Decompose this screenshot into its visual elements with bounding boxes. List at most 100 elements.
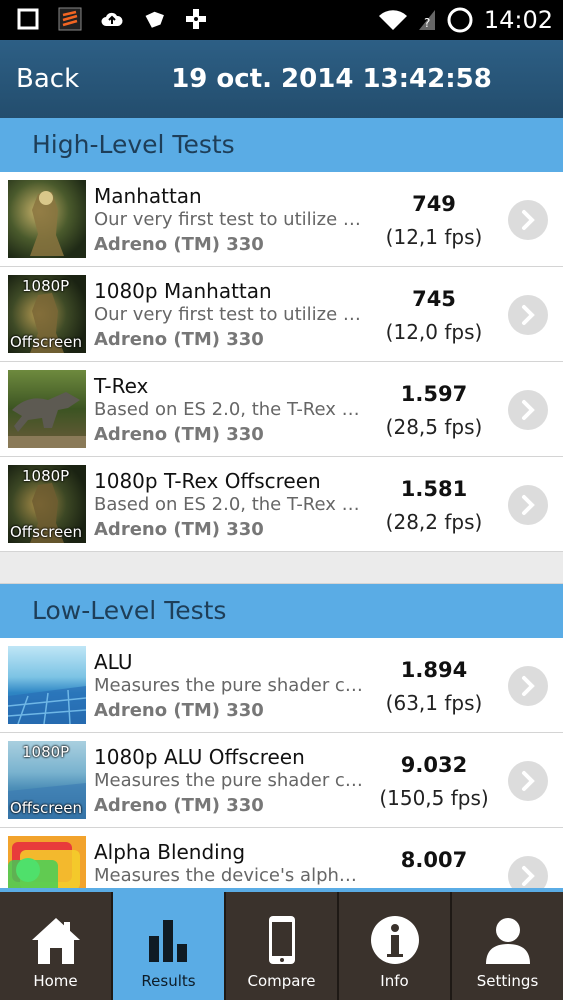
chevron-right-icon xyxy=(522,495,535,515)
test-row-1080p-manhattan[interactable]: 1080P Offscreen 1080p Manhattan Our very… xyxy=(0,267,563,362)
chevron-right-icon xyxy=(522,676,535,696)
test-name: ALU xyxy=(94,650,133,674)
test-name: 1080p T-Rex Offscreen xyxy=(94,469,321,493)
details-button[interactable] xyxy=(508,200,548,240)
test-score: 8.007 xyxy=(400,848,468,872)
nav-label: Home xyxy=(33,972,78,990)
nav-label: Compare xyxy=(247,972,316,990)
test-thumbnail: 1080P Offscreen xyxy=(8,465,86,543)
section-divider xyxy=(0,552,563,584)
test-row-1080p-alu-offscreen[interactable]: 1080P Offscreen 1080p ALU Offscreen Meas… xyxy=(0,733,563,828)
test-description: Our very first test to utilize th... xyxy=(94,209,366,230)
details-button[interactable] xyxy=(508,666,548,706)
test-device: Adreno (TM) 330 xyxy=(94,700,264,721)
details-button[interactable] xyxy=(508,856,548,888)
test-device: Adreno (TM) 330 xyxy=(94,795,264,816)
thumbnail-tag-offscreen: Offscreen xyxy=(10,523,83,541)
test-fps: (28,5 fps) xyxy=(385,415,483,439)
test-row-manhattan[interactable]: Manhattan Our very first test to utilize… xyxy=(0,172,563,267)
details-button[interactable] xyxy=(508,485,548,525)
bottom-navigation: Home Results Compare Info Settings xyxy=(0,888,563,1000)
test-device: Adreno (TM) 330 xyxy=(94,424,264,445)
test-fps: (28,2 fps) xyxy=(385,510,483,534)
svg-text:?: ? xyxy=(424,16,430,30)
test-fps: (12,0 fps) xyxy=(385,320,483,344)
test-description: Measures the pure shader co... xyxy=(94,675,366,696)
test-name: 1080p Manhattan xyxy=(94,279,272,303)
test-fps: (12,1 fps) xyxy=(385,225,483,249)
cloud-upload-icon xyxy=(101,12,123,26)
results-list[interactable]: High-Level Tests Manhattan Our very firs… xyxy=(0,118,563,888)
wifi-icon xyxy=(378,10,407,30)
chevron-right-icon xyxy=(522,771,535,791)
test-description: Measures the pure shader co... xyxy=(94,770,366,791)
app-notification-icon xyxy=(58,7,82,31)
thumbnail-tag-offscreen: Offscreen xyxy=(10,799,83,817)
results-icon xyxy=(148,920,187,962)
nav-compare[interactable]: Compare xyxy=(226,892,339,1000)
nav-label: Info xyxy=(380,972,409,990)
test-thumbnail xyxy=(8,180,86,258)
test-description: Our very first test to utilize th... xyxy=(94,304,366,325)
test-row-t-rex[interactable]: T-Rex Based on ES 2.0, the T-Rex te... A… xyxy=(0,362,563,457)
status-bar: ? 14:02 xyxy=(0,0,563,40)
square-notification-icon xyxy=(17,8,39,30)
test-description: Measures the device's alpha b... xyxy=(94,865,366,886)
thumbnail-tag-offscreen: Offscreen xyxy=(10,333,83,351)
nav-settings[interactable]: Settings xyxy=(452,892,563,1000)
info-icon xyxy=(370,916,419,964)
test-device: Adreno (TM) 330 xyxy=(94,519,264,540)
test-thumbnail xyxy=(8,836,86,888)
details-button[interactable] xyxy=(508,390,548,430)
test-fps: (63,1 fps) xyxy=(385,691,483,715)
details-button[interactable] xyxy=(508,295,548,335)
thumbnail-tag-resolution: 1080P xyxy=(22,743,70,761)
chevron-right-icon xyxy=(522,210,535,230)
test-row-1080p-t-rex-offscreen[interactable]: 1080P Offscreen 1080p T-Rex Offscreen Ba… xyxy=(0,457,563,552)
page-title: 19 oct. 2014 13:42:58 xyxy=(171,64,492,94)
thumbnail-tag-resolution: 1080P xyxy=(22,277,70,295)
phone-icon xyxy=(268,916,295,964)
sync-circle-icon xyxy=(447,7,473,33)
test-score: 1.894 xyxy=(400,658,468,682)
test-thumbnail xyxy=(8,646,86,724)
test-score: 749 xyxy=(412,192,456,216)
section-header-low-level: Low-Level Tests xyxy=(0,584,563,638)
test-description: Based on ES 2.0, the T-Rex te... xyxy=(94,399,366,420)
action-bar: Back 19 oct. 2014 13:42:58 xyxy=(0,40,563,118)
test-fps: (150,5 fps) xyxy=(379,786,489,810)
nav-info[interactable]: Info xyxy=(339,892,452,1000)
section-header-high-level: High-Level Tests xyxy=(0,118,563,172)
test-thumbnail: 1080P Offscreen xyxy=(8,741,86,819)
test-description: Based on ES 2.0, the T-Rex te... xyxy=(94,494,366,515)
test-name: 1080p ALU Offscreen xyxy=(94,745,305,769)
back-button[interactable]: Back xyxy=(16,62,79,96)
nav-home[interactable]: Home xyxy=(0,892,113,1000)
signal-unknown-icon: ? xyxy=(418,10,435,30)
clock: 14:02 xyxy=(483,6,553,34)
home-icon xyxy=(31,918,80,964)
chevron-right-icon xyxy=(522,866,535,886)
nav-label: Settings xyxy=(476,972,539,990)
test-row-alu[interactable]: ALU Measures the pure shader co... Adren… xyxy=(0,638,563,733)
test-row-alpha-blending[interactable]: Alpha Blending Measures the device's alp… xyxy=(0,828,563,888)
chevron-right-icon xyxy=(522,400,535,420)
test-score: 1.597 xyxy=(400,382,468,406)
gamepad-icon xyxy=(186,9,206,29)
test-name: T-Rex xyxy=(94,374,149,398)
details-button[interactable] xyxy=(508,761,548,801)
nav-results[interactable]: Results xyxy=(113,892,226,1000)
test-thumbnail xyxy=(8,370,86,448)
test-name: Manhattan xyxy=(94,184,202,208)
test-thumbnail: 1080P Offscreen xyxy=(8,275,86,353)
test-score: 745 xyxy=(412,287,456,311)
tag-icon xyxy=(145,11,164,28)
chevron-right-icon xyxy=(522,305,535,325)
test-device: Adreno (TM) 330 xyxy=(94,329,264,350)
test-score: 1.581 xyxy=(400,477,468,501)
test-device: Adreno (TM) 330 xyxy=(94,234,264,255)
user-icon xyxy=(485,918,530,964)
nav-label: Results xyxy=(141,972,196,990)
test-score: 9.032 xyxy=(400,753,468,777)
thumbnail-tag-resolution: 1080P xyxy=(22,467,70,485)
